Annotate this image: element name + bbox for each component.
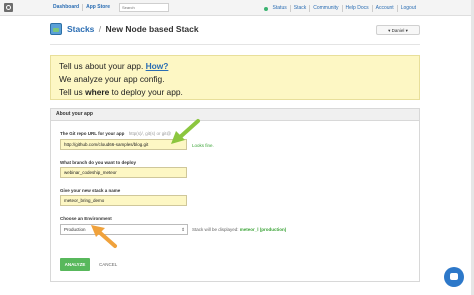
panel-title: About your app xyxy=(51,109,419,121)
analyze-button[interactable]: ANALYZE xyxy=(60,258,90,271)
environment-label: Choose an Environment xyxy=(60,216,112,221)
environment-value: Production xyxy=(64,227,86,232)
chat-icon[interactable] xyxy=(444,267,464,287)
nav-dashboard[interactable]: Dashboard xyxy=(50,3,82,12)
nav-logout[interactable]: Logout xyxy=(398,4,419,13)
how-link[interactable]: How? xyxy=(146,61,169,71)
stack-name-label: Give your new stack a name xyxy=(60,188,121,193)
env-note-prefix: Stack will be displayed: xyxy=(192,227,239,232)
user-nav: Status Stack Community Help Docs Account… xyxy=(263,4,419,13)
env-note-value: meteor_l (production) xyxy=(239,227,287,232)
repo-label: The Git repo URL for your app http(s)/, … xyxy=(60,131,171,136)
branch-input[interactable]: webinar_codeship_meteor xyxy=(60,167,187,178)
repo-label-text: The Git repo URL for your app xyxy=(60,131,125,136)
nav-status[interactable]: Status xyxy=(270,4,290,13)
branch-label: What branch do you want to deploy xyxy=(60,160,136,165)
notice-emphasis: where xyxy=(85,87,110,97)
environment-note: Stack will be displayed: meteor_l (produ… xyxy=(192,227,286,232)
nav-stack[interactable]: Stack xyxy=(291,4,310,13)
page-title: New Node based Stack xyxy=(105,24,199,34)
notice-line-3a: Tell us xyxy=(59,87,83,97)
notice-line-3b: to deploy your app. xyxy=(111,87,183,97)
search-input[interactable] xyxy=(119,3,170,12)
user-menu-button[interactable]: ▾ Daniel ▾ xyxy=(376,25,420,35)
stack-name-input[interactable]: meteor_bring_demo xyxy=(60,195,187,206)
repo-hint: http(s)/, git(s) or git@ xyxy=(128,131,172,136)
orange-arrow-icon xyxy=(91,225,117,248)
app-form-panel: About your app The Git repo URL for your… xyxy=(50,108,420,282)
cancel-button[interactable]: CANCEL xyxy=(99,258,117,271)
page-header: Stacks / New Node based Stack ▾ Daniel ▾ xyxy=(50,22,420,40)
nav-account[interactable]: Account xyxy=(373,4,397,13)
app-logo-icon[interactable] xyxy=(4,3,13,12)
top-bar: Dashboard App Store Status Stack Communi… xyxy=(0,0,474,16)
breadcrumb: Stacks / New Node based Stack xyxy=(67,24,199,34)
nav-help-docs[interactable]: Help Docs xyxy=(343,4,372,13)
stack-logo-icon xyxy=(50,23,62,35)
notice-line-2: We analyze your app config. xyxy=(59,74,165,84)
caret-down-icon: ⇕ xyxy=(181,227,185,232)
breadcrumb-separator: / xyxy=(98,24,102,34)
divider xyxy=(50,44,420,45)
nav-community[interactable]: Community xyxy=(310,4,341,13)
nav-app-store[interactable]: App Store xyxy=(83,3,113,12)
breadcrumb-stacks[interactable]: Stacks xyxy=(67,24,94,34)
notice-line-1: Tell us about your app. xyxy=(59,61,144,71)
instructions-notice: Tell us about your app. How? We analyze … xyxy=(50,55,420,100)
environment-select[interactable]: Production ⇕ xyxy=(60,224,188,235)
green-arrow-icon xyxy=(171,119,200,144)
main-nav: Dashboard App Store xyxy=(50,3,170,12)
status-dot-icon xyxy=(263,6,268,11)
